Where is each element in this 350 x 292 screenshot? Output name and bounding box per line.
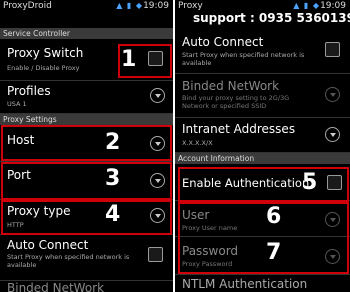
auto-connect-label: Auto Connect: [182, 35, 264, 49]
highlight-box: [1, 162, 172, 200]
ntlm-row[interactable]: NTLM Authentication: [175, 275, 350, 292]
auto-connect-sub: Start Proxy when specified network is av…: [182, 51, 305, 67]
section-account-information: Account Information: [175, 153, 350, 164]
section-proxy-settings: Proxy Settings: [0, 114, 173, 125]
right-screen: Proxy ▲ ▮ ◆ 19:09 Auto Connect Start Pro…: [175, 0, 350, 292]
auto-connect-checkbox[interactable]: [325, 42, 340, 57]
highlight-box: [1, 200, 172, 235]
marker-3: 3: [105, 166, 121, 191]
section-service-controller: Service Controller: [0, 28, 173, 39]
binded-network-label: Binded NetWork: [182, 79, 280, 93]
marker-6: 6: [266, 204, 282, 229]
app-title: Proxy: [178, 1, 203, 11]
profiles-label: Profiles: [7, 84, 51, 98]
highlight-box: [178, 202, 349, 274]
support-banner: support : 0935 5360139: [193, 11, 350, 25]
signal-icon: ▲ ▮ ◆: [293, 1, 320, 10]
profiles-sub: USA 1: [7, 100, 27, 108]
binded-network-label: Binded NetWork: [7, 281, 105, 292]
chevron-down-icon[interactable]: [325, 127, 340, 142]
clock: 19:09: [320, 1, 346, 11]
chevron-down-icon[interactable]: [150, 88, 165, 103]
marker-4: 4: [105, 202, 121, 227]
intranet-sub: X.X.X.X/X: [182, 139, 213, 147]
left-screen: ProxyDroid ▲ ▮ ◆ 19:09 Service Controlle…: [0, 0, 173, 292]
ntlm-label: NTLM Authentication: [182, 277, 308, 291]
auto-connect-row[interactable]: Auto Connect Start Proxy when specified …: [175, 30, 350, 74]
marker-2: 2: [105, 130, 121, 155]
proxy-switch-sub: Enable / Disable Proxy: [7, 64, 80, 72]
intranet-label: Intranet Addresses: [182, 122, 296, 136]
auto-connect-checkbox[interactable]: [148, 247, 163, 262]
auto-connect-sub: Start Proxy when specified network is av…: [7, 253, 130, 269]
status-bar: ProxyDroid ▲ ▮ ◆ 19:09: [0, 0, 173, 14]
signal-icon: ▲ ▮ ◆: [116, 1, 143, 10]
highlight-box: [1, 125, 172, 161]
marker-1: 1: [121, 47, 137, 72]
chevron-down-icon[interactable]: [325, 87, 340, 102]
app-title: ProxyDroid: [3, 1, 52, 11]
auto-connect-row[interactable]: Auto Connect Start Proxy when specified …: [0, 235, 173, 281]
profiles-row[interactable]: Profiles USA 1: [0, 81, 173, 114]
highlight-box: [178, 167, 349, 202]
marker-7: 7: [266, 240, 282, 265]
binded-network-row[interactable]: Binded NetWork: [0, 281, 173, 292]
binded-network-sub: Bind your proxy setting to 2G/3G Network…: [182, 94, 290, 110]
marker-5: 5: [302, 170, 318, 195]
intranet-row[interactable]: Intranet Addresses X.X.X.X/X: [175, 118, 350, 153]
proxy-switch-label: Proxy Switch: [7, 46, 84, 60]
binded-network-row[interactable]: Binded NetWork Bind your proxy setting t…: [175, 74, 350, 118]
clock: 19:09: [143, 1, 169, 11]
auto-connect-label: Auto Connect: [7, 238, 89, 252]
